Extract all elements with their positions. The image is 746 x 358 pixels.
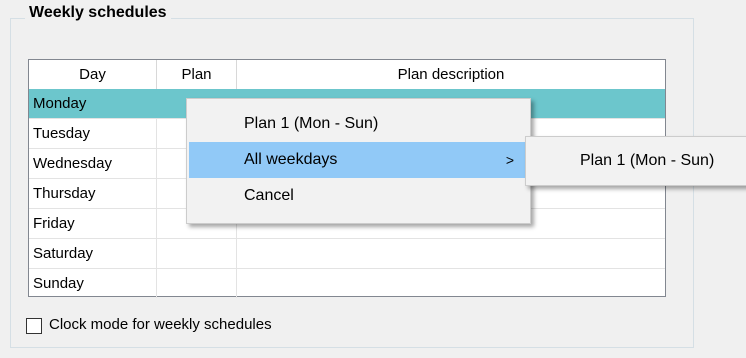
group-title: Weekly schedules bbox=[25, 4, 171, 22]
clock-mode-label[interactable]: Clock mode for weekly schedules bbox=[49, 316, 272, 333]
table-row[interactable]: Sunday bbox=[29, 269, 665, 299]
menu-item-label: Plan 1 (Mon - Sun) bbox=[244, 115, 379, 132]
plan-cell bbox=[157, 239, 237, 268]
column-header-plan[interactable]: Plan bbox=[157, 60, 237, 89]
description-cell bbox=[237, 269, 665, 298]
menu-item-label: Cancel bbox=[244, 187, 294, 204]
day-cell: Sunday bbox=[29, 269, 157, 298]
day-cell: Monday bbox=[29, 89, 157, 118]
submenu-item-plan-1[interactable]: Plan 1 (Mon - Sun) bbox=[528, 142, 746, 180]
grid-header: Day Plan Plan description bbox=[29, 60, 665, 90]
day-cell: Wednesday bbox=[29, 149, 157, 178]
context-menu: Plan 1 (Mon - Sun) All weekdays > Cancel bbox=[186, 98, 531, 224]
menu-item-label: Plan 1 (Mon - Sun) bbox=[580, 152, 715, 169]
submenu: Plan 1 (Mon - Sun) bbox=[525, 136, 746, 186]
table-row[interactable]: Saturday bbox=[29, 239, 665, 269]
description-cell bbox=[237, 239, 665, 268]
column-header-plan-description[interactable]: Plan description bbox=[237, 60, 665, 89]
day-cell: Saturday bbox=[29, 239, 157, 268]
day-cell: Tuesday bbox=[29, 119, 157, 148]
menu-item-plan-1[interactable]: Plan 1 (Mon - Sun) bbox=[189, 106, 528, 142]
column-header-day[interactable]: Day bbox=[29, 60, 157, 89]
menu-item-cancel[interactable]: Cancel bbox=[189, 178, 528, 214]
submenu-arrow-icon: > bbox=[505, 152, 514, 168]
plan-cell bbox=[157, 269, 237, 298]
menu-item-all-weekdays[interactable]: All weekdays > bbox=[189, 142, 528, 178]
clock-mode-checkbox[interactable] bbox=[26, 318, 42, 334]
menu-item-label: All weekdays bbox=[244, 151, 338, 168]
day-cell: Thursday bbox=[29, 179, 157, 208]
day-cell: Friday bbox=[29, 209, 157, 238]
